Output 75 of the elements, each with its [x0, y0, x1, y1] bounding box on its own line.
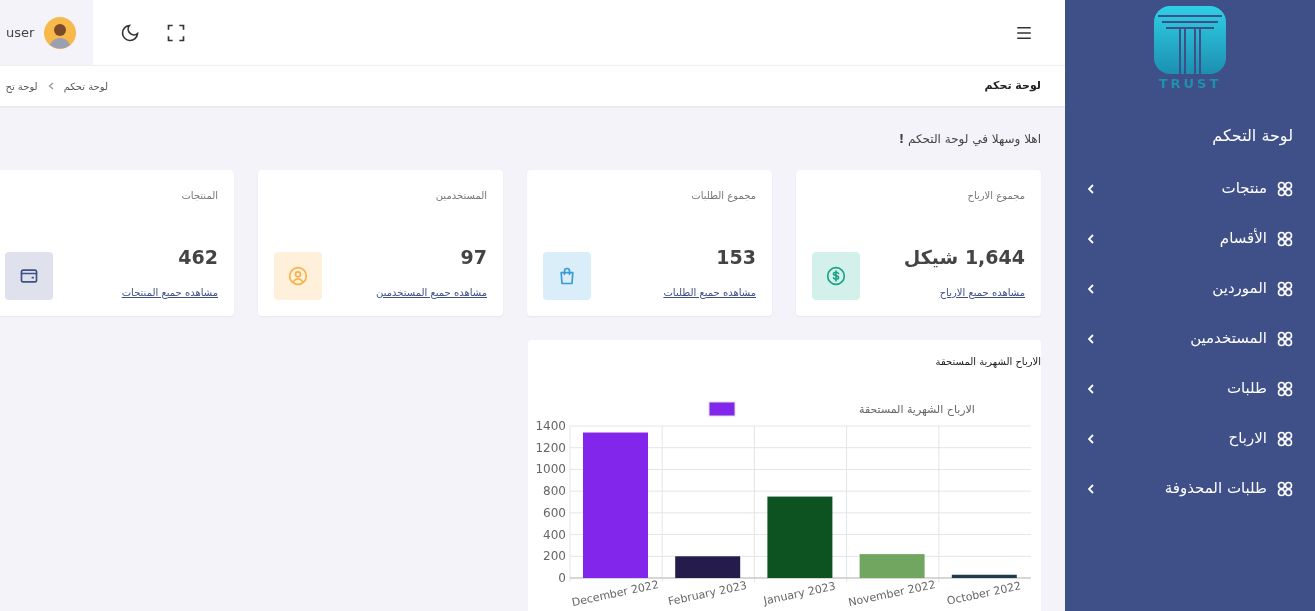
y-tick-label: 600: [543, 505, 566, 520]
sidebar-item[interactable]: المستخدمين: [1087, 313, 1293, 364]
x-tick-label: February 2023: [666, 578, 749, 609]
card-value: 97: [459, 244, 487, 270]
user-menu[interactable]: user: [0, 0, 93, 65]
sidebar-item[interactable]: طلبات: [1087, 363, 1293, 414]
bar: [859, 554, 925, 578]
card-link[interactable]: مشاهده جميع المنتجات: [121, 285, 218, 300]
chevron-icon: [1087, 233, 1095, 244]
avatar: [44, 16, 77, 49]
user-icon: [288, 266, 308, 286]
sidebar-label: المستخدمين: [1190, 328, 1267, 350]
x-tick-label: January 2023: [762, 579, 837, 608]
fullscreen-icon[interactable]: [166, 22, 186, 43]
chart-legend: الارباح الشهرية المستحقة: [708, 401, 975, 417]
card-link[interactable]: مشاهده جميع الطلبات: [663, 285, 756, 300]
card-link[interactable]: مشاهده جميع الارباح: [903, 285, 1025, 300]
logo-icon: [1154, 6, 1226, 74]
chevron-icon: [1087, 333, 1095, 344]
y-tick-label: 800: [543, 484, 566, 499]
user-name: user: [6, 23, 35, 42]
card-title: مجموع الطلبات: [690, 189, 756, 203]
sidebar-item[interactable]: الارباح: [1087, 413, 1293, 464]
card-title: المستخدمين: [434, 189, 487, 203]
chart-title: الارباح الشهرية المستحقة: [935, 356, 1041, 367]
grid-icon: [1277, 480, 1293, 497]
bar: [675, 556, 741, 578]
grid-icon: [1277, 380, 1293, 397]
bar: [951, 574, 1017, 578]
y-tick-label: 1000: [535, 462, 566, 477]
grid-icon: [1277, 430, 1293, 447]
chevron-icon: [1087, 433, 1095, 444]
wallet-icon: [19, 266, 39, 286]
sidebar-label: طلبات المحذوفة: [1164, 478, 1267, 500]
dollar-icon: [826, 266, 846, 286]
y-tick-label: 200: [543, 549, 566, 564]
grid-icon: [1277, 280, 1293, 297]
chevron-icon: [1087, 283, 1095, 294]
breadcrumb-link[interactable]: لوحة تحكم: [63, 78, 108, 94]
card-value: 153: [715, 244, 756, 270]
card-title: المنتجات: [180, 189, 218, 203]
sidebar-label: الموردين: [1212, 278, 1267, 300]
chevron-icon: [1087, 483, 1095, 494]
page-title: لوحة تحكم: [984, 77, 1042, 94]
chevron-icon: [1087, 383, 1095, 394]
y-tick-label: 400: [543, 527, 566, 542]
logo-text: TRUST: [1158, 75, 1222, 93]
sidebar-label: طلبات: [1226, 378, 1267, 400]
shopping-bag-icon: [557, 266, 577, 286]
grid-icon: [1277, 180, 1293, 197]
breadcrumb-link[interactable]: لوحة تح: [5, 78, 38, 94]
sidebar-heading[interactable]: لوحة التحكم: [1087, 123, 1293, 148]
sidebar-item[interactable]: الأقسام: [1087, 213, 1293, 264]
sidebar-label: منتجات: [1221, 178, 1267, 200]
sidebar-label: الأقسام: [1219, 227, 1267, 250]
card-link[interactable]: مشاهده جميع المستخدمين: [376, 285, 487, 300]
moon-icon[interactable]: [120, 22, 140, 43]
y-tick-label: 1200: [535, 440, 566, 455]
grid-icon: [1277, 330, 1293, 347]
sidebar-item[interactable]: الموردين: [1087, 263, 1293, 314]
x-tick-label: December 2022: [570, 578, 660, 610]
chevron-icon: [1087, 183, 1095, 194]
y-tick-label: 0: [558, 571, 566, 585]
card-value: 462: [177, 244, 218, 270]
x-tick-label: November 2022: [847, 578, 937, 610]
x-tick-label: October 2022: [945, 579, 1023, 608]
grid-icon: [1277, 230, 1293, 247]
card-value: 1,644 شيكل: [903, 244, 1025, 270]
y-tick-label: 1400: [535, 419, 566, 433]
welcome-message: اهلا وسهلا في لوحة التحكم !: [897, 131, 1041, 148]
sidebar-item[interactable]: منتجات: [1087, 163, 1293, 214]
card-title: مجموع الارباح: [966, 189, 1025, 203]
chevron-icon: [47, 82, 54, 90]
sidebar-item[interactable]: طلبات المحذوفة: [1087, 463, 1293, 514]
sidebar-label: الارباح: [1228, 428, 1267, 450]
